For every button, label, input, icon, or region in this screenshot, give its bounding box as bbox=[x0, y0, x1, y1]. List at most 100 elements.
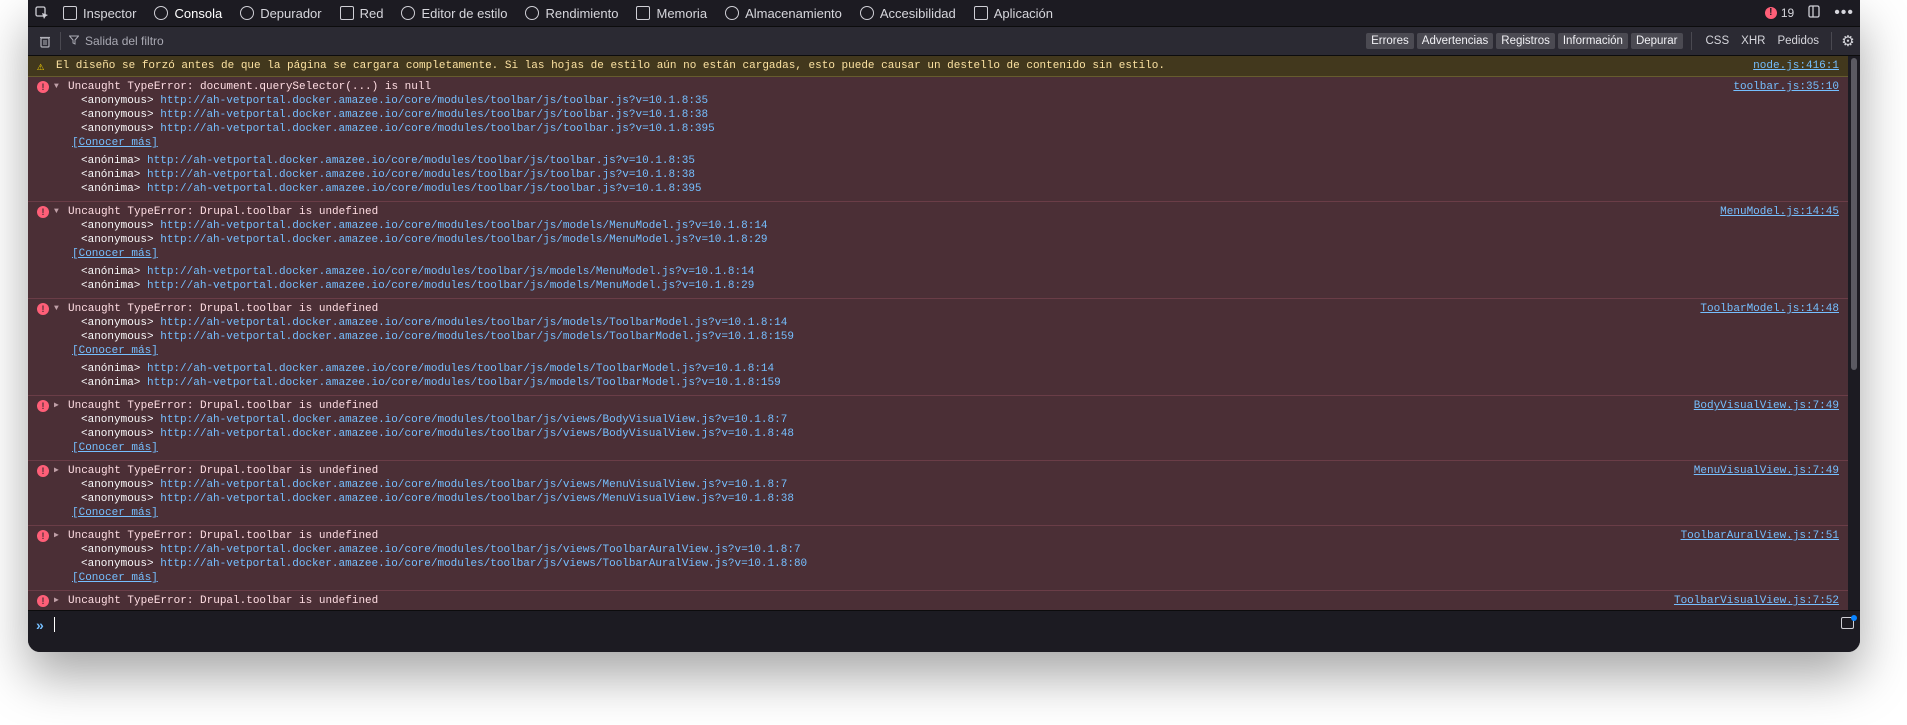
tab-label: Depurador bbox=[260, 5, 322, 21]
tab-memoria[interactable]: Memoria bbox=[627, 0, 716, 26]
frame-url-link[interactable]: http://ah-vetportal.docker.amazee.io/cor… bbox=[160, 220, 767, 232]
collapsed-arrow-icon[interactable]: ▶ bbox=[54, 464, 64, 478]
filter-errores[interactable]: Errores bbox=[1366, 33, 1414, 49]
filter-input[interactable]: Salida del filtro bbox=[61, 34, 164, 48]
frame-url-link[interactable]: http://ah-vetportal.docker.amazee.io/cor… bbox=[160, 123, 715, 135]
expanded-arrow-icon[interactable]: ▼ bbox=[54, 302, 64, 316]
trash-icon[interactable] bbox=[38, 34, 52, 48]
frame-url-link[interactable]: http://ah-vetportal.docker.amazee.io/cor… bbox=[160, 95, 708, 107]
expanded-arrow-icon[interactable]: ▼ bbox=[54, 205, 64, 219]
error-count-badge[interactable]: ! 19 bbox=[1764, 6, 1795, 20]
filter-advertencias[interactable]: Advertencias bbox=[1416, 33, 1494, 49]
output-scrollbar[interactable] bbox=[1848, 56, 1860, 610]
learn-more-link[interactable]: [Conocer más] bbox=[28, 571, 1848, 585]
tab-almacenamiento[interactable]: Almacenamiento bbox=[716, 0, 851, 26]
frame-function: <anonymous> bbox=[81, 123, 154, 135]
tab-consola[interactable]: Consola bbox=[145, 0, 231, 26]
frame-url-link[interactable]: http://ah-vetportal.docker.amazee.io/cor… bbox=[147, 266, 754, 278]
frame-url-link[interactable]: http://ah-vetportal.docker.amazee.io/cor… bbox=[160, 493, 794, 505]
tab-label: Accesibilidad bbox=[879, 5, 956, 21]
frame-url-link[interactable]: http://ah-vetportal.docker.amazee.io/cor… bbox=[147, 377, 781, 389]
frame-url-link[interactable]: http://ah-vetportal.docker.amazee.io/cor… bbox=[147, 280, 754, 292]
error-title: Uncaught TypeError: Drupal.toolbar is un… bbox=[68, 206, 379, 218]
frame-url-link[interactable]: http://ah-vetportal.docker.amazee.io/cor… bbox=[160, 479, 787, 491]
source-location-link[interactable]: ToolbarAuralView.js:7:51 bbox=[1681, 529, 1839, 543]
error-message: ! ▼ Uncaught TypeError: document.querySele… bbox=[28, 77, 1848, 202]
learn-more-link[interactable]: [Conocer más] bbox=[28, 136, 1848, 150]
stack-frame: <anonymous> http://ah-vetportal.docker.a… bbox=[28, 219, 1848, 233]
collapsed-arrow-icon[interactable]: ▶ bbox=[54, 399, 64, 413]
frame-url-link[interactable]: http://ah-vetportal.docker.amazee.io/cor… bbox=[147, 363, 774, 375]
filter-xhr[interactable]: XHR bbox=[1735, 35, 1771, 47]
frame-url-link[interactable]: http://ah-vetportal.docker.amazee.io/cor… bbox=[147, 155, 695, 167]
error-message: ! ▶ Uncaught TypeError: Drupal.toolbar is … bbox=[28, 526, 1848, 591]
source-location-link[interactable]: BodyVisualView.js:7:49 bbox=[1694, 399, 1839, 413]
application-icon bbox=[973, 6, 988, 20]
filter-información[interactable]: Información bbox=[1557, 33, 1628, 49]
filter-buttons: Errores Advertencias Registros Información D… bbox=[1366, 27, 1856, 55]
filter-pedidos[interactable]: Pedidos bbox=[1771, 35, 1825, 47]
tab-depurador[interactable]: Depurador bbox=[231, 0, 330, 26]
warning-icon: ⚠ bbox=[37, 59, 45, 74]
trace-frame: <anónima> http://ah-vetportal.docker.ama… bbox=[28, 376, 1848, 390]
filter-placeholder: Salida del filtro bbox=[85, 34, 164, 48]
collapsed-arrow-icon[interactable]: ▶ bbox=[54, 529, 64, 543]
frame-url-link[interactable]: http://ah-vetportal.docker.amazee.io/cor… bbox=[160, 331, 794, 343]
filter-registros[interactable]: Registros bbox=[1496, 33, 1555, 49]
warning-location-link[interactable]: node.js:416:1 bbox=[1753, 60, 1839, 72]
frame-function: <anónima> bbox=[81, 155, 141, 167]
network-icon bbox=[339, 6, 354, 20]
filter-depurar[interactable]: Depurar bbox=[1630, 33, 1683, 49]
tab-editor-de-estilo[interactable]: Editor de estilo bbox=[392, 0, 516, 26]
frame-url-link[interactable]: http://ah-vetportal.docker.amazee.io/cor… bbox=[160, 109, 708, 121]
notification-dot bbox=[1851, 615, 1857, 621]
scrollbar-thumb[interactable] bbox=[1851, 58, 1857, 370]
gear-icon[interactable]: ⚙ bbox=[1840, 33, 1856, 50]
tab-inspector[interactable]: Inspector bbox=[54, 0, 145, 26]
element-picker-icon[interactable] bbox=[34, 5, 50, 21]
trace-frame: <anónima> http://ah-vetportal.docker.ama… bbox=[28, 362, 1848, 376]
trace-frame: <anónima> http://ah-vetportal.docker.ama… bbox=[28, 279, 1848, 293]
source-location-link[interactable]: MenuVisualView.js:7:49 bbox=[1694, 464, 1839, 478]
frame-url-link[interactable]: http://ah-vetportal.docker.amazee.io/cor… bbox=[160, 317, 787, 329]
memory-icon bbox=[636, 6, 651, 20]
more-options-icon[interactable]: ••• bbox=[1834, 4, 1854, 22]
frame-url-link[interactable]: http://ah-vetportal.docker.amazee.io/cor… bbox=[147, 183, 702, 195]
frame-url-link[interactable]: http://ah-vetportal.docker.amazee.io/cor… bbox=[160, 558, 807, 570]
message-header: ! ▼ Uncaught TypeError: document.querySele… bbox=[28, 80, 1848, 94]
frame-function: <anonymous> bbox=[81, 558, 154, 570]
stack-frame: <anonymous> http://ah-vetportal.docker.a… bbox=[28, 413, 1848, 427]
frame-url-link[interactable]: http://ah-vetportal.docker.amazee.io/cor… bbox=[147, 169, 695, 181]
tab-rendimiento[interactable]: Rendimiento bbox=[516, 0, 627, 26]
console-input[interactable]: » bbox=[28, 610, 1860, 652]
learn-more-link[interactable]: [Conocer más] bbox=[28, 247, 1848, 261]
tab-accesibilidad[interactable]: Accesibilidad bbox=[851, 0, 965, 26]
learn-more-link[interactable]: [Conocer más] bbox=[28, 506, 1848, 520]
tab-red[interactable]: Red bbox=[331, 0, 393, 26]
frame-url-link[interactable]: http://ah-vetportal.docker.amazee.io/cor… bbox=[160, 414, 787, 426]
devtools-toolbar: Inspector Consola Depurador Red Editor de es… bbox=[28, 0, 1860, 26]
error-count: 19 bbox=[1780, 6, 1795, 20]
tab-aplicaci-n[interactable]: Aplicación bbox=[965, 0, 1062, 26]
frame-url-link[interactable]: http://ah-vetportal.docker.amazee.io/cor… bbox=[160, 234, 767, 246]
learn-more-link[interactable]: [Conocer más] bbox=[28, 441, 1848, 455]
frame-function: <anonymous> bbox=[81, 109, 154, 121]
performance-icon bbox=[525, 6, 540, 20]
source-location-link[interactable]: toolbar.js:35:10 bbox=[1733, 80, 1839, 94]
tab-label: Editor de estilo bbox=[421, 5, 508, 21]
error-icon: ! bbox=[37, 400, 49, 412]
source-location-link[interactable]: MenuModel.js:14:45 bbox=[1720, 205, 1839, 219]
collapsed-arrow-icon[interactable]: ▶ bbox=[54, 594, 64, 608]
expanded-arrow-icon[interactable]: ▼ bbox=[54, 80, 64, 94]
learn-more-link[interactable]: [Conocer más] bbox=[28, 344, 1848, 358]
frame-url-link[interactable]: http://ah-vetportal.docker.amazee.io/cor… bbox=[160, 544, 800, 556]
source-location-link[interactable]: ToolbarModel.js:14:48 bbox=[1700, 302, 1839, 316]
dock-icon[interactable] bbox=[1808, 5, 1820, 21]
frame-url-link[interactable]: http://ah-vetportal.docker.amazee.io/cor… bbox=[160, 428, 794, 440]
frame-function: <anonymous> bbox=[81, 220, 154, 232]
console-output: ⚠ El diseño se forzó antes de que la pág… bbox=[28, 56, 1848, 610]
source-location-link[interactable]: ToolbarVisualView.js:7:52 bbox=[1674, 594, 1839, 608]
warning-text: El diseño se forzó antes de que la págin… bbox=[56, 60, 1165, 72]
trace-frame: <anónima> http://ah-vetportal.docker.ama… bbox=[28, 168, 1848, 182]
filter-css[interactable]: CSS bbox=[1700, 35, 1736, 47]
